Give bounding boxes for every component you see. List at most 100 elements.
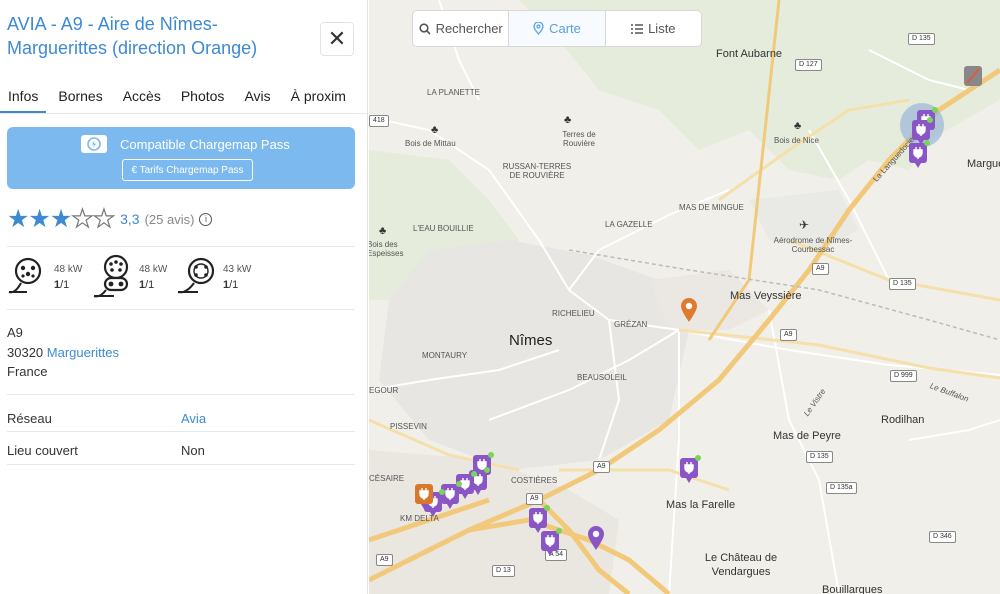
- road-shield: D 346: [929, 531, 956, 543]
- map-label: Margue: [967, 158, 1000, 170]
- plug-icon: [445, 488, 455, 500]
- list-view-label: Liste: [648, 21, 676, 36]
- divider: [7, 431, 355, 432]
- tab-avis[interactable]: Avis: [236, 84, 278, 113]
- forest-icon: ♣: [379, 225, 387, 237]
- tab-acces[interactable]: Accès: [115, 84, 169, 113]
- connector-power: 48 kW: [139, 264, 168, 275]
- network-value[interactable]: Avia: [181, 411, 206, 426]
- airport-icon: ✈: [799, 218, 810, 232]
- divider: [7, 464, 355, 465]
- road-shield: A9: [780, 329, 797, 341]
- info-icon[interactable]: i: [199, 212, 213, 226]
- plug-icon: [545, 535, 555, 547]
- road-shield: A9: [376, 554, 393, 566]
- map[interactable]: Font Aubarne LA PLANETTE Terres de Rouvi…: [369, 0, 1000, 594]
- map-label: Mas Veyssière: [730, 290, 802, 302]
- address-country: France: [7, 364, 48, 379]
- map-label: BEAUSOLEIL: [577, 373, 627, 382]
- divider: [7, 309, 355, 310]
- map-label: L'EAU BOUILLIE: [413, 224, 474, 233]
- charging-station-marker[interactable]: [912, 117, 933, 145]
- tab-photos[interactable]: Photos: [173, 84, 233, 113]
- tab-bar: Infos Bornes Accès Photos Avis À proxim: [0, 84, 367, 114]
- charging-station-marker[interactable]: [680, 455, 701, 483]
- rating-count: (25 avis): [144, 211, 195, 227]
- station-panel: AVIA - A9 - Aire de Nîmes-Marguerittes (…: [0, 0, 368, 594]
- chargemap-pass-banner: Compatible Chargemap Pass € Tarifs Charg…: [7, 127, 355, 189]
- list-view-button[interactable]: Liste: [606, 11, 701, 46]
- selected-location-pin-icon[interactable]: [679, 297, 699, 323]
- plug-icon: [913, 147, 923, 159]
- charging-station-marker[interactable]: [909, 140, 930, 168]
- close-icon: ✕: [327, 26, 347, 51]
- location-pin-icon[interactable]: [586, 525, 606, 551]
- road-shield: A9: [526, 493, 543, 505]
- plug-icon: [916, 124, 926, 136]
- map-pin-icon: [533, 22, 544, 35]
- plug-icon: [533, 512, 543, 524]
- connector-ccs[interactable]: 48 kW 1/1: [92, 254, 182, 300]
- map-label: CÉSAIRE: [369, 474, 405, 483]
- map-label: PISSEVIN: [390, 422, 427, 431]
- chademo-icon: [177, 257, 215, 294]
- map-view-switch: Rechercher Carte Liste: [412, 10, 702, 47]
- charging-station-marker-orange[interactable]: [415, 484, 433, 509]
- ccs-combo-icon: [93, 254, 129, 298]
- connector-availability: 1/1: [223, 279, 239, 291]
- unavailable-station-marker[interactable]: [964, 66, 982, 86]
- map-label: COSTIÈRES: [511, 476, 558, 485]
- road-shield: D 999: [890, 370, 917, 382]
- address-city: 30320 Marguerittes: [7, 345, 119, 360]
- map-label: RICHELIEU: [552, 309, 595, 318]
- map-label: Aérodrome de Nîmes-Courbessac: [773, 236, 853, 254]
- unavailable-icon: [966, 68, 980, 84]
- map-label: EGOUR: [369, 386, 399, 395]
- road-shield: D 135: [806, 451, 833, 463]
- map-label: RUSSAN-TERRES DE ROUVIÈRE: [502, 162, 572, 180]
- map-view-button[interactable]: Carte: [509, 11, 606, 46]
- covered-label: Lieu couvert: [7, 443, 78, 458]
- road-shield: D 135a: [826, 482, 857, 494]
- search-button[interactable]: Rechercher: [413, 11, 510, 46]
- map-label: Mas la Farelle: [666, 499, 736, 511]
- tab-a-proximite[interactable]: À proxim: [283, 84, 354, 113]
- road-shield: D 135: [908, 33, 935, 45]
- divider: [7, 246, 355, 247]
- connector-chademo[interactable]: 43 kW 1/1: [176, 254, 266, 300]
- map-label: MONTAURY: [422, 351, 468, 360]
- search-icon: [418, 22, 431, 35]
- address-postcode: 30320: [7, 345, 44, 360]
- rating-value[interactable]: 3,3: [120, 211, 139, 227]
- pass-compatible-label: Compatible Chargemap Pass: [120, 137, 290, 152]
- charging-station-marker[interactable]: [541, 528, 562, 556]
- star-rating-icon: ★★★★★: [7, 204, 116, 233]
- rating: ★★★★★ 3,3 (25 avis) i: [7, 204, 213, 234]
- tab-infos[interactable]: Infos: [0, 84, 47, 113]
- plug-icon: [419, 488, 429, 500]
- list-icon: [631, 23, 644, 34]
- road-shield: D 127: [795, 59, 822, 71]
- chargemap-pass-card-icon: [81, 135, 107, 153]
- close-button[interactable]: ✕: [320, 22, 354, 56]
- station-title: AVIA - A9 - Aire de Nîmes-Marguerittes (…: [7, 14, 258, 58]
- pass-tariffs-button[interactable]: € Tarifs Chargemap Pass: [122, 159, 253, 181]
- connector-type2[interactable]: 48 kW 1/1: [7, 254, 97, 300]
- map-label: Nîmes: [509, 332, 553, 349]
- forest-icon: ♣: [794, 120, 802, 132]
- map-label: Font Aubarne: [716, 48, 783, 60]
- address-city-link[interactable]: Marguerittes: [47, 345, 119, 360]
- map-label: Bouillargues: [822, 584, 883, 594]
- map-label: Rodilhan: [881, 414, 925, 426]
- tab-bornes[interactable]: Bornes: [50, 84, 110, 113]
- map-view-label: Carte: [549, 21, 581, 36]
- address-line: A9: [7, 325, 23, 340]
- charging-station-marker[interactable]: [529, 505, 550, 533]
- connector-power: 48 kW: [54, 264, 83, 275]
- map-label: Terres de Rouvière: [562, 130, 596, 148]
- connector-availability: 1/1: [139, 279, 155, 291]
- covered-value: Non: [181, 443, 205, 458]
- divider: [7, 394, 355, 395]
- map-label: Mas de Peyre: [773, 430, 841, 442]
- type2-socket-icon: [8, 257, 42, 294]
